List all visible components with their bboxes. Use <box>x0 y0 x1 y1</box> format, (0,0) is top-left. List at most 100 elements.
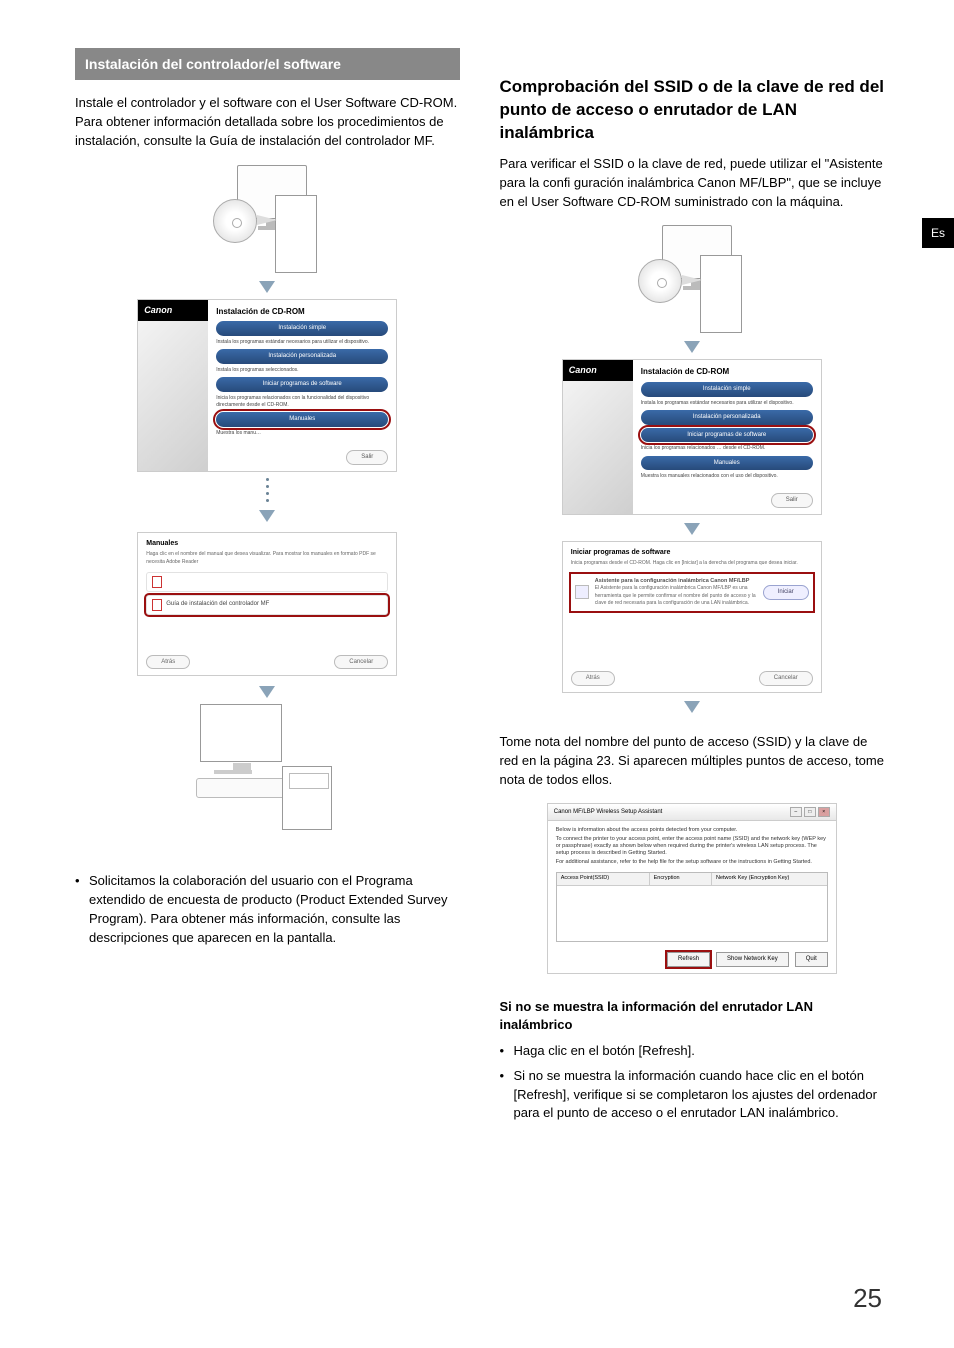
wireless-setup-assistant-window: Canon MF/LBP Wireless Setup Assistant – … <box>547 803 837 973</box>
program-icon <box>575 585 589 599</box>
language-tab: Es <box>922 218 954 248</box>
left-figure-stack: Canon Instalación de CD-ROM Instalación … <box>75 165 460 855</box>
wireless-assistant-desc: El Asistente para la configuración inalá… <box>595 585 757 607</box>
right-heading: Comprobación del SSID o de la clave de r… <box>500 76 885 145</box>
bullet-refresh: Haga clic en el botón [Refresh]. <box>500 1042 885 1061</box>
start-programs-desc: Inicia programas desde el CD-ROM. Haga c… <box>571 560 813 567</box>
manuals-button[interactable]: Manuales <box>216 412 388 427</box>
no-router-info-heading: Si no se muestra la información del enru… <box>500 998 885 1034</box>
installer-main: Instalación de CD-ROM Instalación simple… <box>633 360 821 514</box>
maximize-icon[interactable]: □ <box>804 807 816 817</box>
bullet-check-settings: Si no se muestra la información cuando h… <box>500 1067 885 1124</box>
refresh-button[interactable]: Refresh <box>667 952 710 967</box>
installer-title: Instalación de CD-ROM <box>641 366 813 378</box>
pdf-icon <box>152 599 162 611</box>
computer-disc-illustration <box>632 225 752 335</box>
installer-image <box>138 321 208 471</box>
left-footnote-list: Solicitamos la colaboración del usuario … <box>75 872 460 947</box>
tower-icon <box>275 195 317 273</box>
installer-sidebar: Canon <box>138 300 208 471</box>
cancel-button[interactable]: Cancelar <box>334 655 388 670</box>
manuals-desc: Muestra los manu… <box>216 430 388 437</box>
easy-install-button[interactable]: Instalación simple <box>216 321 388 336</box>
back-button[interactable]: Atrás <box>571 671 615 686</box>
arrow-down-icon <box>259 686 275 698</box>
custom-install-desc: Instala los programas seleccionados. <box>216 367 388 374</box>
back-button[interactable]: Atrás <box>146 655 190 670</box>
quit-button[interactable]: Quit <box>795 952 828 967</box>
keyboard-icon <box>196 778 288 798</box>
survey-program-note: Solicitamos la colaboración del usuario … <box>75 872 460 947</box>
start-software-button[interactable]: Iniciar programas de software <box>641 428 813 443</box>
manuals-button[interactable]: Manuales <box>641 456 813 471</box>
wireless-assist-figure: Canon MF/LBP Wireless Setup Assistant – … <box>500 803 885 973</box>
dotted-arrow-icon <box>259 476 275 528</box>
start-software-desc: Inicia los programas relacionados con la… <box>216 395 388 410</box>
start-programs-title: Iniciar programas de software <box>571 548 813 558</box>
canon-logo: Canon <box>138 300 208 321</box>
manuals-desc: Muestra los manuales relacionados con el… <box>641 473 813 480</box>
window-titlebar: Canon MF/LBP Wireless Setup Assistant – … <box>548 804 836 821</box>
cdrom-installer-window: Canon Instalación de CD-ROM Instalación … <box>562 359 822 515</box>
cdrom-installer-window: Canon Instalación de CD-ROM Instalación … <box>137 299 397 472</box>
tower-icon <box>700 255 742 333</box>
manual-item-placeholder[interactable] <box>146 572 388 592</box>
access-point-table: Access Point(SSID) Encryption Network Ke… <box>556 872 828 942</box>
installer-title: Instalación de CD-ROM <box>216 306 388 318</box>
insert-arrow-icon <box>682 275 702 285</box>
note-ssid: Tome nota del nombre del punto de acceso… <box>500 733 885 790</box>
iniciar-button[interactable]: Iniciar <box>763 585 809 600</box>
exit-button[interactable]: Salir <box>346 450 388 465</box>
arrow-down-icon <box>684 341 700 353</box>
window-buttons: – □ × <box>790 807 830 817</box>
left-intro: Instale el controlador y el software con… <box>75 94 460 151</box>
table-header: Access Point(SSID) Encryption Network Ke… <box>557 873 827 886</box>
computer-printer-illustration <box>192 704 342 854</box>
monitor-stand-icon <box>214 770 252 774</box>
cdrom-icon <box>638 259 682 303</box>
wireless-assistant-title: Asistente para la configuración inalámbr… <box>595 578 757 586</box>
easy-install-desc: Instala los programas estándar necesario… <box>216 339 388 346</box>
wassist-body: Below is information about the access po… <box>548 821 836 947</box>
wireless-assistant-row: Asistente para la configuración inalámbr… <box>571 574 813 612</box>
right-figure-stack: Canon Instalación de CD-ROM Instalación … <box>500 225 885 719</box>
custom-install-button[interactable]: Instalación personalizada <box>641 410 813 425</box>
wireless-assistant-text: Asistente para la configuración inalámbr… <box>595 578 757 608</box>
start-programs-panel: Iniciar programas de software Inicia pro… <box>562 541 822 693</box>
right-intro: Para verificar el SSID o la clave de red… <box>500 155 885 212</box>
start-software-desc: Inicia los programas relacionados … desd… <box>641 445 813 452</box>
wassist-p3: For additional assistance, refer to the … <box>556 859 828 866</box>
manual-item-label <box>166 577 168 586</box>
easy-install-desc: Instala los programas estándar necesario… <box>641 400 813 407</box>
wassist-footer: Refresh Show Network Key Quit <box>548 948 836 973</box>
manual-item-label: Guía de instalación del controlador MF <box>166 600 269 609</box>
right-column: Comprobación del SSID o de la clave de r… <box>500 48 885 1129</box>
close-icon[interactable]: × <box>818 807 830 817</box>
exit-button[interactable]: Salir <box>771 493 813 508</box>
manuals-panel: Manuales Haga clic en el nombre del manu… <box>137 532 397 676</box>
window-title: Canon MF/LBP Wireless Setup Assistant <box>554 808 663 817</box>
col-ssid: Access Point(SSID) <box>557 873 650 885</box>
cdrom-icon <box>213 199 257 243</box>
monitor-icon <box>200 704 282 762</box>
minimize-icon[interactable]: – <box>790 807 802 817</box>
wassist-p1: Below is information about the access po… <box>556 827 828 834</box>
installer-image <box>563 381 633 514</box>
printer-icon <box>282 766 332 830</box>
pdf-icon <box>152 576 162 588</box>
insert-arrow-icon <box>257 215 277 225</box>
section-header: Instalación del controlador/el software <box>75 48 460 80</box>
manuals-panel-desc: Haga clic en el nombre del manual que de… <box>146 551 388 566</box>
col-encryption: Encryption <box>650 873 712 885</box>
manuals-panel-title: Manuales <box>146 539 388 549</box>
manual-item-mf-driver-guide[interactable]: Guía de instalación del controlador MF <box>146 595 388 615</box>
wassist-p2: To connect the printer to your access po… <box>556 836 828 857</box>
start-software-button[interactable]: Iniciar programas de software <box>216 377 388 392</box>
installer-main: Instalación de CD-ROM Instalación simple… <box>208 300 396 471</box>
left-column: Instalación del controlador/el software … <box>75 48 460 1129</box>
cancel-button[interactable]: Cancelar <box>759 671 813 686</box>
show-network-key-button[interactable]: Show Network Key <box>716 952 789 967</box>
easy-install-button[interactable]: Instalación simple <box>641 382 813 397</box>
computer-disc-illustration <box>207 165 327 275</box>
custom-install-button[interactable]: Instalación personalizada <box>216 349 388 364</box>
